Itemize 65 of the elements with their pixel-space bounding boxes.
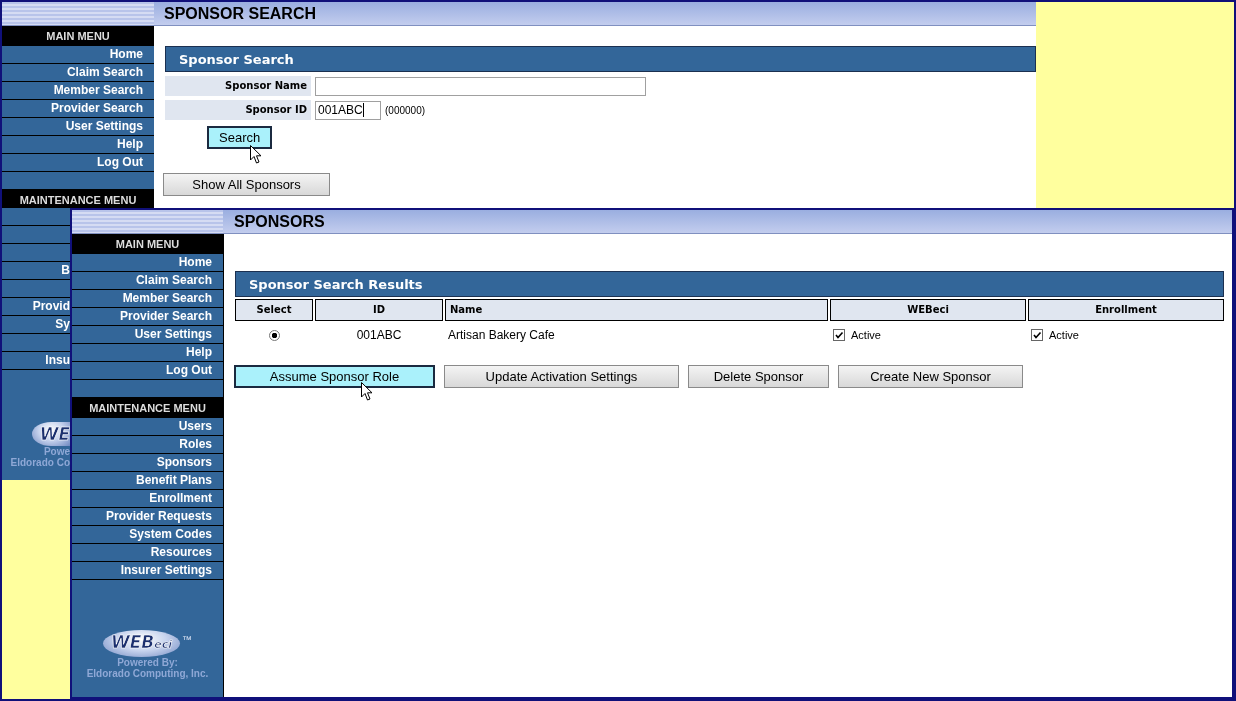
- button[interactable]: Assume Sponsor Role: [234, 365, 435, 388]
- powered-by-text: Powe: [43, 446, 70, 457]
- menu-item[interactable]: Log Out: [2, 154, 154, 172]
- column-header: Enrollment: [1028, 299, 1224, 321]
- column-header: WEBeci: [830, 299, 1026, 321]
- menu-item[interactable]: Provider Search: [2, 100, 154, 118]
- menu-item[interactable]: Resources: [72, 544, 223, 562]
- menu-item[interactable]: Sponsors: [72, 454, 223, 472]
- button[interactable]: Update Activation Settings: [444, 365, 679, 388]
- menu-heading: MAIN MENU: [2, 26, 154, 46]
- menu-item[interactable]: Claim Search: [2, 64, 154, 82]
- menu-item[interactable]: User Settings: [2, 118, 154, 136]
- checkbox[interactable]: [833, 329, 845, 341]
- checkbox[interactable]: [1031, 329, 1043, 341]
- menu-item[interactable]: Enrollment: [72, 490, 223, 508]
- button[interactable]: Create New Sponsor: [838, 365, 1023, 388]
- column-header: Select: [235, 299, 313, 321]
- menu-item[interactable]: User Settings: [72, 326, 223, 344]
- page-title: SPONSORS: [234, 212, 325, 231]
- menu-item[interactable]: Provid: [2, 298, 70, 316]
- menu-item[interactable]: Insu: [2, 352, 70, 370]
- menu-item[interactable]: Sy: [2, 316, 70, 334]
- company-name: Eldorado Computing, Inc.: [86, 668, 209, 679]
- menu-item[interactable]: Provider Search: [72, 308, 223, 326]
- menu-item[interactable]: Claim Search: [72, 272, 223, 290]
- menu-item[interactable]: B: [2, 262, 70, 280]
- menu-item[interactable]: System Codes: [72, 526, 223, 544]
- menu-item[interactable]: Home: [2, 46, 154, 64]
- format-hint: (000000): [385, 104, 426, 116]
- menu-item[interactable]: Log Out: [72, 362, 223, 380]
- menu-item[interactable]: Provider Requests: [72, 508, 223, 526]
- menu-item[interactable]: Member Search: [72, 290, 223, 308]
- trademark: ™: [182, 634, 193, 645]
- menu-heading: MAINTENANCE MENU: [72, 398, 223, 418]
- panel-title: Sponsor Search Results: [235, 271, 1224, 297]
- field-label: Sponsor ID: [165, 100, 311, 120]
- logo: WEBeci: [102, 630, 181, 657]
- menu-item[interactable]: Insurer Settings: [72, 562, 223, 580]
- button[interactable]: Search: [207, 126, 273, 149]
- menu-heading: MAINTENANCE MENU: [2, 190, 154, 208]
- panel-title: Sponsor Search: [165, 46, 1036, 72]
- menu-item[interactable]: Help: [2, 136, 154, 154]
- menu-item[interactable]: Users: [72, 418, 223, 436]
- column-header: ID: [315, 299, 443, 321]
- column-header: Name: [445, 299, 828, 321]
- company-name: Eldorado Co: [10, 457, 70, 468]
- input-field[interactable]: [315, 76, 646, 96]
- menu-heading: MAIN MENU: [72, 234, 223, 254]
- menu-item[interactable]: Member Search: [2, 82, 154, 100]
- menu-item[interactable]: Roles: [72, 436, 223, 454]
- powered-by-text: Powered By:: [117, 657, 178, 668]
- page-title: SPONSOR SEARCH: [164, 4, 317, 23]
- input-field[interactable]: 001ABC: [315, 100, 381, 120]
- logo: WE: [31, 422, 70, 446]
- button[interactable]: Delete Sponsor: [688, 365, 829, 388]
- checkbox-label: Active: [851, 329, 881, 341]
- table-cell-text: Artisan Bakery Cafe: [447, 327, 556, 344]
- menu-item[interactable]: Help: [72, 344, 223, 362]
- menu-item[interactable]: Home: [72, 254, 223, 272]
- table-cell-text: 001ABC: [355, 327, 403, 344]
- button[interactable]: Show All Sponsors: [163, 173, 330, 196]
- menu-item[interactable]: Benefit Plans: [72, 472, 223, 490]
- radio-button[interactable]: [268, 329, 280, 341]
- checkbox-label: Active: [1049, 329, 1079, 341]
- field-label: Sponsor Name: [165, 76, 311, 96]
